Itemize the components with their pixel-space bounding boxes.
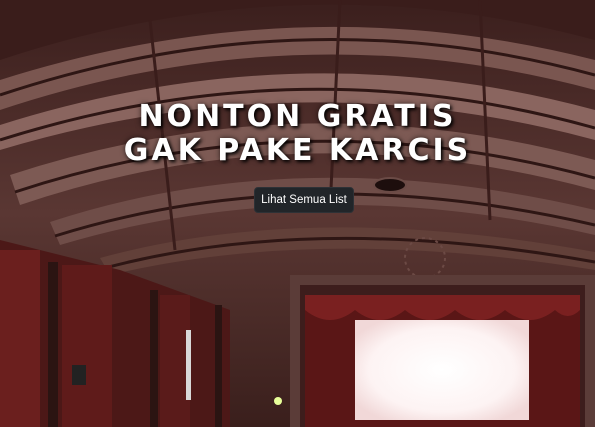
hero-title: NONTON GRATIS GAK PAKE KARCIS [0,100,595,168]
hero-section: NONTON GRATIS GAK PAKE KARCIS Lihat Semu… [0,0,595,427]
hero-title-line-2: GAK PAKE KARCIS [123,133,472,168]
hero-title-line-1: NONTON GRATIS [138,99,457,134]
view-all-list-button[interactable]: Lihat Semua List [254,187,354,213]
theater-background-image [0,0,595,427]
